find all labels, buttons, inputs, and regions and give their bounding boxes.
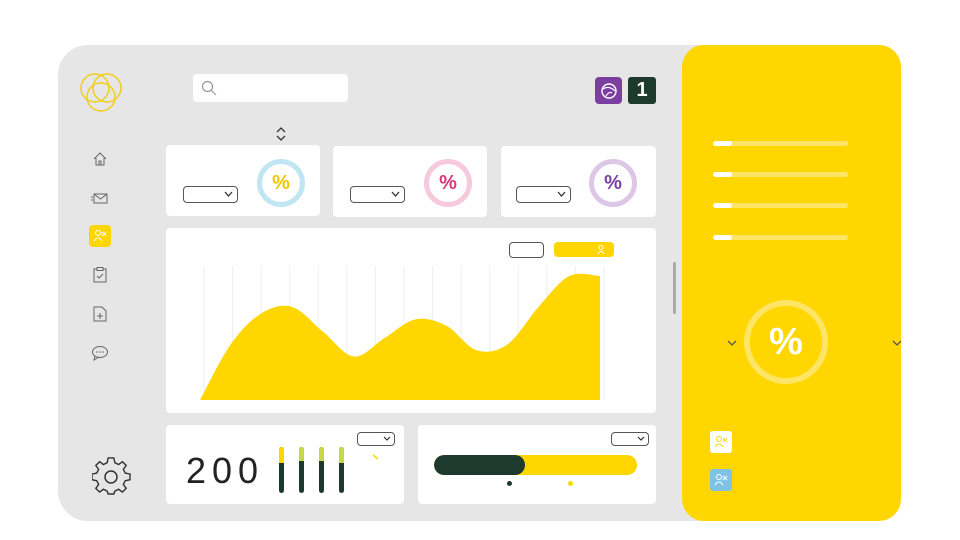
percent-ring-2: %	[424, 159, 472, 207]
level-bar	[279, 447, 284, 493]
chevron-down-icon	[224, 191, 233, 197]
stat-card-1-dropdown[interactable]	[183, 186, 238, 203]
chat-icon[interactable]	[89, 342, 111, 364]
percent-ring-1: %	[257, 159, 305, 207]
panel-progress-line	[713, 203, 848, 208]
search-input[interactable]	[223, 78, 342, 100]
chevron-down-icon	[391, 191, 400, 197]
panel-progress-line	[713, 141, 848, 146]
progress-bar	[434, 455, 637, 475]
level-bar-highlight	[319, 447, 324, 461]
next-chevron-icon[interactable]	[892, 339, 902, 347]
level-bar	[339, 447, 344, 493]
chevron-down-icon	[637, 436, 645, 441]
chevron-down-icon	[557, 191, 566, 197]
stat-card-2-dropdown[interactable]	[350, 186, 405, 203]
sort-icon[interactable]	[275, 126, 287, 142]
prev-chevron-icon[interactable]	[727, 339, 737, 347]
panel-progress-line	[713, 235, 848, 240]
panel-progress-fill	[713, 203, 732, 208]
chevron-down-icon	[383, 436, 391, 441]
scrollbar-handle[interactable]	[673, 262, 676, 314]
clipboard-icon[interactable]	[89, 264, 111, 286]
counter-value: 200	[186, 450, 265, 491]
legend-dot-yellow	[568, 481, 573, 486]
analytics-icon	[714, 474, 728, 486]
emblem-icon	[600, 82, 617, 99]
gauge-ring: %	[744, 300, 828, 384]
panel-progress-fill	[713, 235, 732, 240]
level-bar-highlight	[279, 447, 284, 464]
percent-symbol: %	[439, 171, 457, 194]
level-bar-highlight	[299, 447, 304, 461]
analytics-icon[interactable]	[89, 225, 111, 247]
users-shortcut-button[interactable]	[710, 469, 732, 491]
level-bar	[319, 447, 324, 493]
area-series	[200, 273, 600, 400]
mail-icon[interactable]	[89, 187, 111, 209]
analytics-shortcut-button[interactable]	[710, 431, 732, 453]
notification-count-badge[interactable]: 1	[628, 77, 656, 104]
area-chart	[200, 266, 605, 400]
settings-gear-icon[interactable]	[92, 457, 132, 497]
home-icon[interactable]	[89, 148, 111, 170]
profile-button[interactable]	[595, 77, 622, 104]
search-bar[interactable]	[193, 74, 348, 102]
search-icon	[201, 80, 217, 96]
percent-ring-3: %	[589, 159, 637, 207]
analytics-icon	[714, 436, 728, 448]
panel-progress-line	[713, 172, 848, 177]
panel-progress-fill	[713, 172, 732, 177]
percent-symbol: %	[272, 171, 290, 194]
gauge-symbol: %	[769, 320, 803, 363]
legend-dot-dark	[507, 481, 512, 486]
logo	[80, 73, 122, 112]
panel-progress-fill	[713, 141, 732, 146]
document-icon[interactable]	[89, 303, 111, 325]
percent-symbol: %	[604, 171, 622, 194]
level-bar-highlight	[339, 447, 344, 464]
counter-card-dropdown[interactable]	[357, 432, 395, 446]
trend-tick-icon	[372, 454, 379, 460]
progress-card-dropdown[interactable]	[611, 432, 649, 446]
level-bar	[299, 447, 304, 493]
progress-bar-fill	[434, 455, 526, 475]
stat-card-3-dropdown[interactable]	[516, 186, 571, 203]
